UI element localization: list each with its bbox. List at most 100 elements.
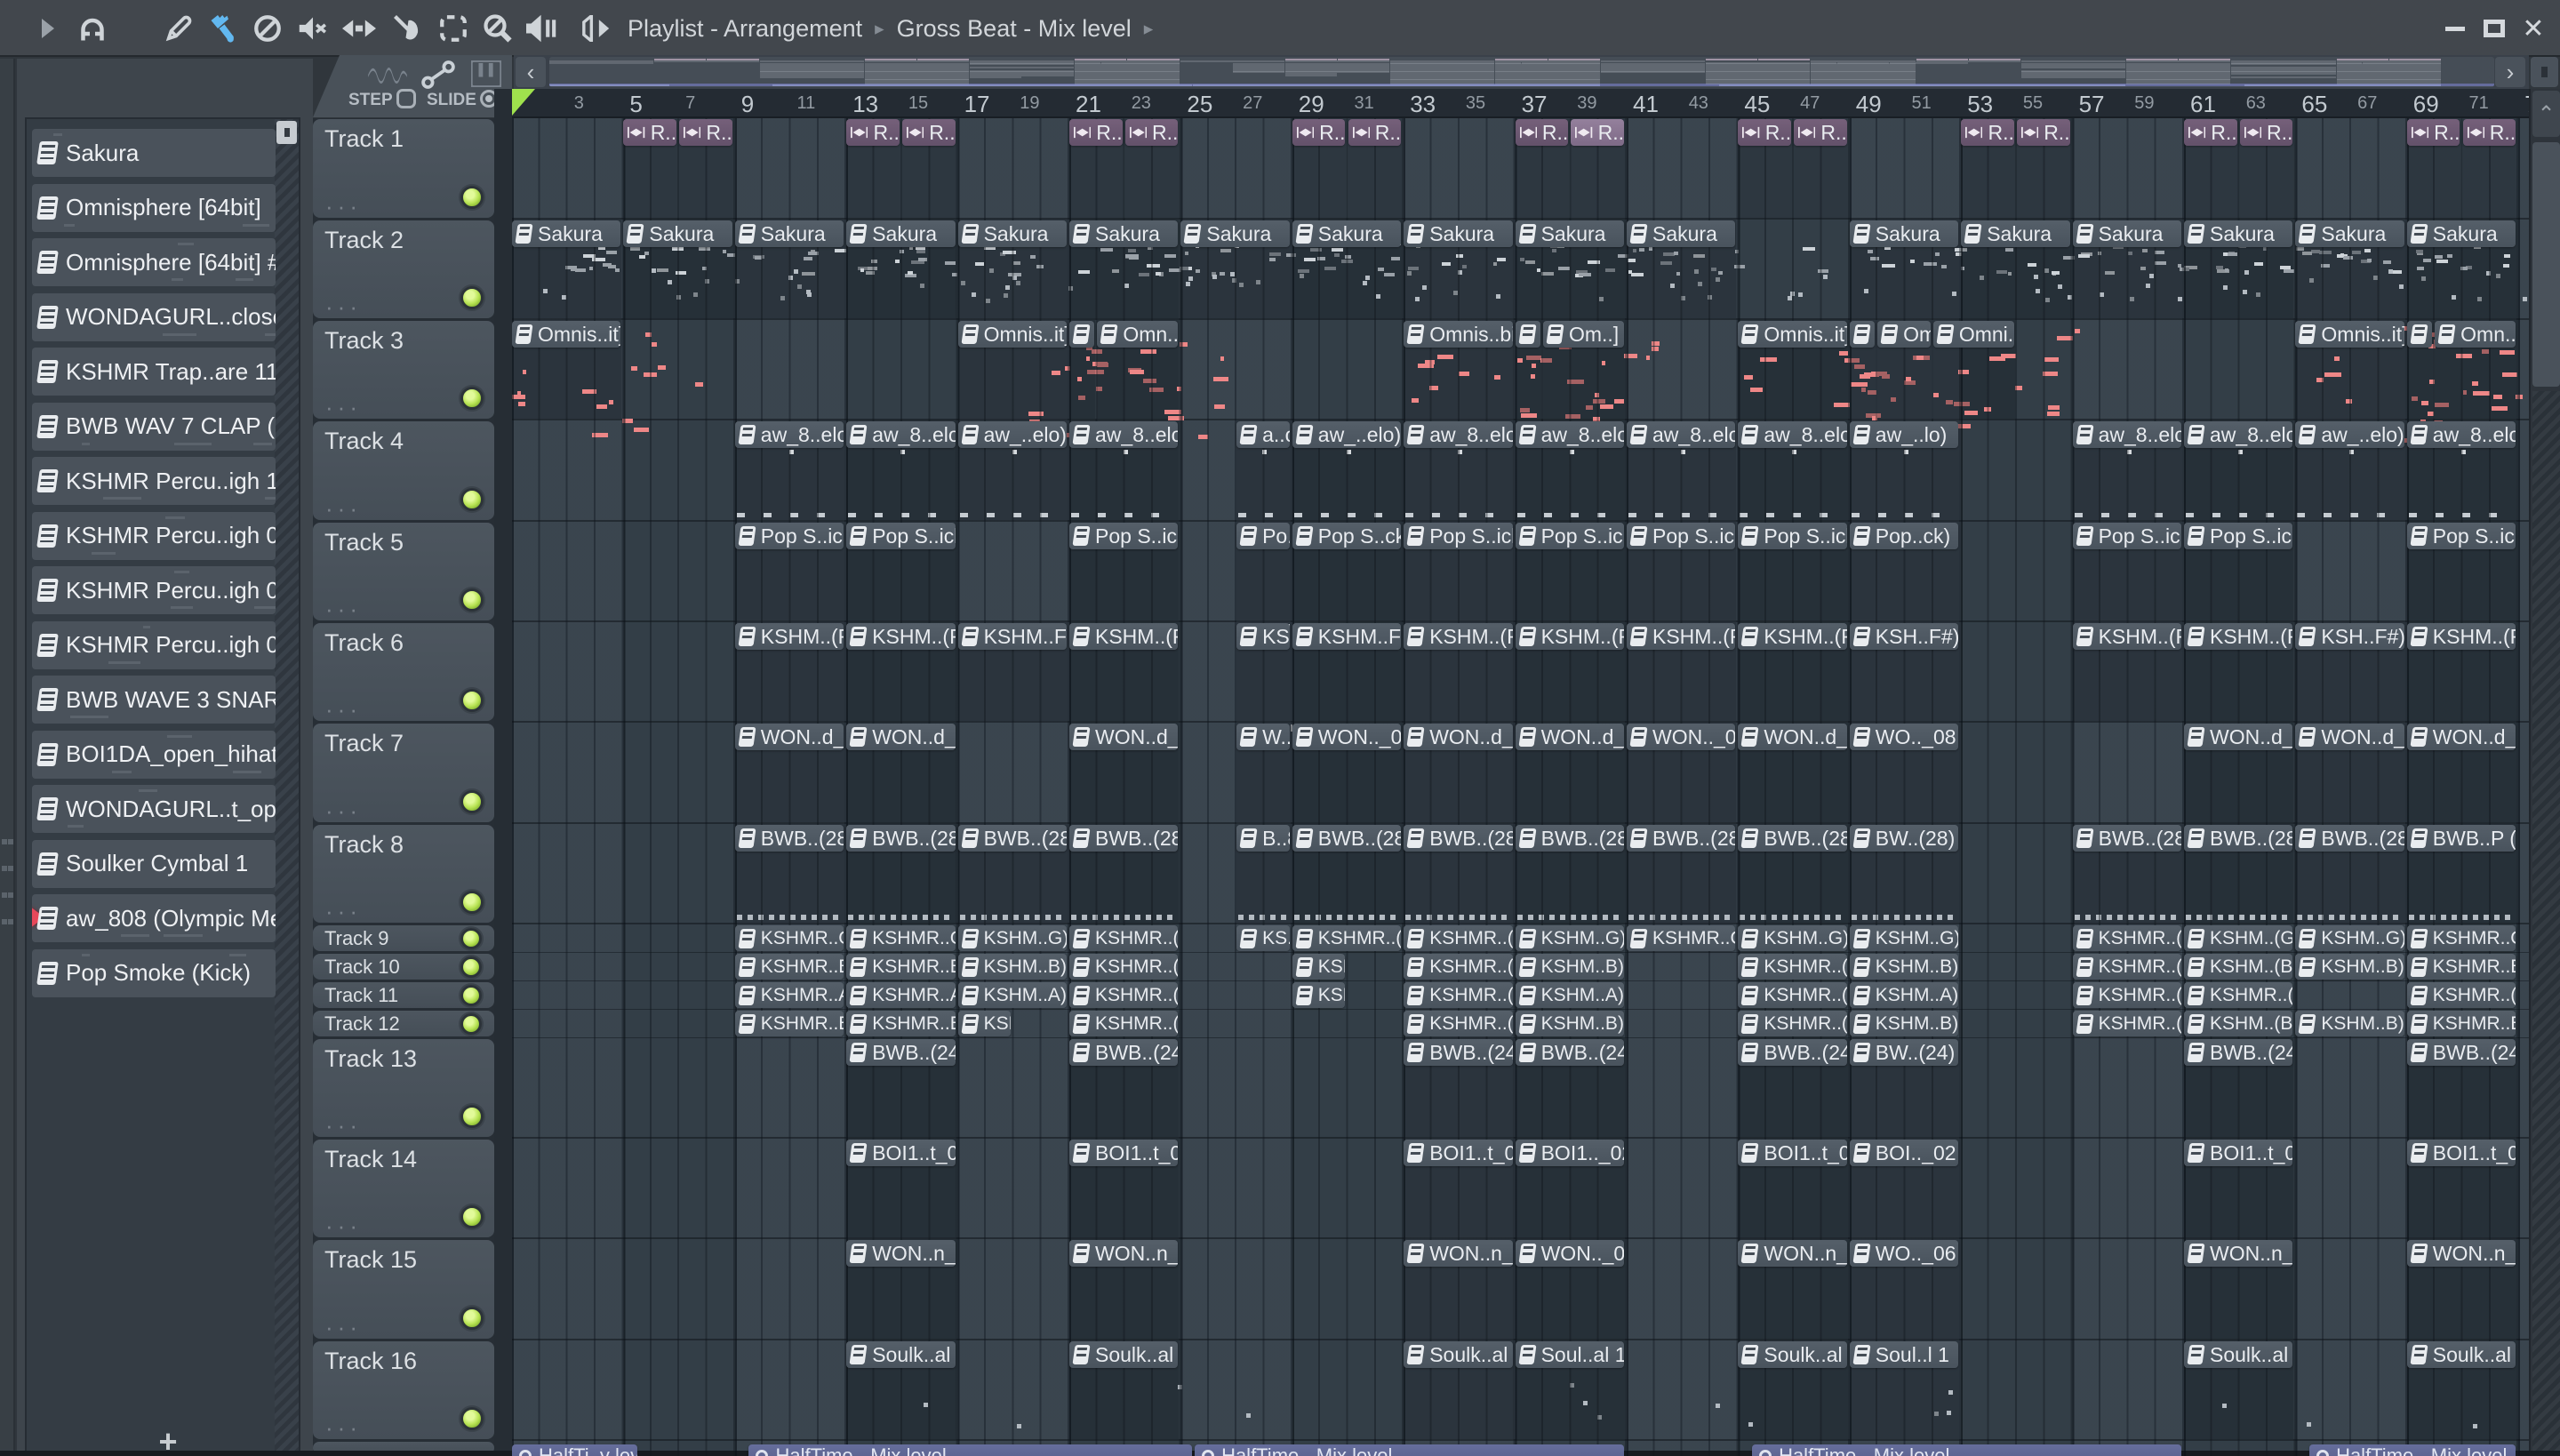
clip[interactable]: R..: [623, 119, 677, 146]
track-mute-led[interactable]: [460, 1307, 484, 1330]
track-header[interactable]: Track 14 ···: [313, 1140, 494, 1237]
clip[interactable]: Pop S..ick): [2072, 523, 2181, 549]
clip[interactable]: KSHMR..B): [734, 954, 844, 980]
playback-tool-icon[interactable]: [521, 0, 564, 57]
track-header[interactable]: Track 7 ···: [313, 724, 494, 822]
clip[interactable]: Sakura: [1404, 220, 1513, 247]
clip[interactable]: KSHMR..G): [734, 925, 844, 951]
clip[interactable]: KSHM..B): [2295, 1011, 2404, 1036]
clip[interactable]: Omnis..it]: [512, 321, 621, 348]
step-toggle[interactable]: [396, 89, 416, 108]
clip[interactable]: Pop S..ick): [734, 523, 844, 549]
track-row[interactable]: KSHMR..A) KSHMR..A) KSHM..A) KSHMR..(A) KSHM…: [512, 981, 2529, 1010]
clip[interactable]: Pop S..ick): [1404, 523, 1513, 549]
clip[interactable]: Sakura: [2072, 220, 2181, 247]
clip[interactable]: R..: [1348, 119, 1402, 146]
song-overview-minimap[interactable]: [549, 57, 2494, 87]
vertical-scrollbar-thumb[interactable]: [2532, 142, 2560, 387]
clip[interactable]: Omnis..it]: [957, 321, 1067, 348]
clip[interactable]: KSH..F#): [2295, 623, 2404, 650]
clip[interactable]: KSHMR..B): [734, 1011, 844, 1036]
clip[interactable]: WON..n_06: [1069, 1240, 1179, 1267]
clip[interactable]: Soulk..al 1: [1069, 1341, 1179, 1368]
track-header[interactable]: Track 11: [313, 982, 494, 1008]
clip[interactable]: Po..): [1236, 523, 1290, 549]
track-mute-led[interactable]: [460, 186, 484, 209]
clip[interactable]: Soul..al 1: [1515, 1341, 1624, 1368]
clip[interactable]: KSHMR..(G): [1069, 925, 1179, 951]
track-header[interactable]: Track 4 ···: [313, 421, 494, 520]
clip[interactable]: KSHM..(B): [2184, 1011, 2293, 1036]
pattern-list-item[interactable]: Pop Smoke (Kick): [32, 948, 276, 997]
track-header[interactable]: Track 13 ···: [313, 1039, 494, 1137]
clip[interactable]: KSHM..G): [2295, 925, 2404, 951]
clip[interactable]: aw_8..elo): [1069, 421, 1179, 448]
track-row[interactable]: KSHMR..B) KSHMR..B) KSHM..B) KSHMR..(B) KSHM…: [512, 1010, 2529, 1038]
track-header[interactable]: Track 6 ···: [313, 623, 494, 721]
clip[interactable]: KSHMR..(B): [2072, 1011, 2181, 1036]
clip[interactable]: aw_8..elo): [2072, 421, 2181, 448]
clip[interactable]: KSHMR..G): [846, 925, 956, 951]
clip[interactable]: Omn..]: [1877, 321, 1931, 348]
track-mute-led[interactable]: [460, 1407, 484, 1430]
clip[interactable]: Omnis..it]: [1738, 321, 1847, 348]
panel-resize-gutter[interactable]: [0, 59, 15, 1456]
clip[interactable]: KSHM..(F#): [734, 623, 844, 650]
clip[interactable]: R..: [1292, 119, 1346, 146]
track-header[interactable]: Track 2 ···: [313, 220, 494, 318]
clip[interactable]: HalfTime - Mix level: [1195, 1444, 1624, 1456]
clip[interactable]: BOI.._02: [1849, 1140, 1959, 1166]
clip[interactable]: KSHMR..G): [1627, 925, 1736, 951]
clip[interactable]: BOI1..t_02: [1738, 1140, 1847, 1166]
paint-brush-tool-icon[interactable]: [203, 0, 244, 57]
track-row[interactable]: Sakura Sakura Sakura Sakura Sakura Sakura Saku…: [512, 220, 2529, 320]
clip[interactable]: WON..d_08: [1069, 724, 1179, 750]
clip[interactable]: KSHM..B): [957, 1011, 1012, 1036]
clip[interactable]: KSHM..B): [1292, 954, 1346, 980]
clip[interactable]: BWB..(28): [1627, 825, 1736, 852]
clip[interactable]: KSHM..B): [957, 954, 1067, 980]
track-row[interactable]: R.. R.. R.. R.. R.. R.. R.. R.. R.. R.. R.. R.. R.. R…: [512, 118, 2529, 220]
clip[interactable]: Sakura: [1849, 220, 1959, 247]
vertical-scrollbar[interactable]: ⌃: [2529, 89, 2560, 1456]
clip[interactable]: BWB..(28): [846, 825, 956, 852]
clip[interactable]: BWB..(24): [1404, 1039, 1513, 1066]
pattern-list-item[interactable]: Omnisphere [64bit]: [32, 183, 276, 232]
clip[interactable]: KSHMR..(A): [2184, 982, 2293, 1008]
zoom-tool-icon[interactable]: [476, 0, 519, 57]
pattern-list-item[interactable]: BWB WAVE 3 SNARE (24): [32, 676, 276, 724]
slip-tool-icon[interactable]: [338, 0, 380, 57]
clip[interactable]: WON..d_08: [1738, 724, 1847, 750]
clip[interactable]: Soulk..al 1: [1404, 1341, 1513, 1368]
clip[interactable]: KSHMR..(A): [2406, 982, 2516, 1008]
clip[interactable]: Omn..]: [1097, 321, 1179, 348]
clip[interactable]: R..: [1515, 119, 1569, 146]
clip[interactable]: R..: [2184, 119, 2237, 146]
track-header[interactable]: Track 8 ···: [313, 825, 494, 923]
track-header[interactable]: Track 1 ···: [313, 119, 494, 218]
clip[interactable]: BWB..(24): [846, 1039, 956, 1066]
automation-mode-icon[interactable]: [421, 60, 455, 93]
track-header[interactable]: Track 10: [313, 954, 494, 980]
clip[interactable]: KSHM..(F#): [1069, 623, 1179, 650]
clip[interactable]: Sakura: [1180, 220, 1290, 247]
clip[interactable]: WO.._08: [1849, 724, 1959, 750]
track-header[interactable]: Track 3 ···: [313, 321, 494, 419]
playhead-marker[interactable]: [512, 89, 535, 116]
clip[interactable]: Soulk..al 1: [846, 1341, 956, 1368]
track-mute-led[interactable]: [460, 1205, 484, 1228]
pattern-list-item[interactable]: WONDAGURL..t_open_06: [32, 785, 276, 833]
clip[interactable]: Sakura: [623, 220, 732, 247]
clip[interactable]: BWB..(28): [2072, 825, 2181, 852]
clip[interactable]: BWB..(28): [2184, 825, 2293, 852]
clip[interactable]: BW..(24): [1849, 1039, 1959, 1066]
clip[interactable]: KSHMR..(A): [1069, 982, 1179, 1008]
clip[interactable]: BWB..P (28): [2406, 825, 2516, 852]
clip[interactable]: KSHM..(F#): [2184, 623, 2293, 650]
track-mute-led[interactable]: [460, 588, 484, 612]
clip[interactable]: KSHM..A): [1292, 982, 1346, 1008]
clip[interactable]: R..: [1794, 119, 1847, 146]
clip[interactable]: BOI1..t_02: [2406, 1140, 2516, 1166]
clip[interactable]: R..: [2239, 119, 2293, 146]
track-mute-led[interactable]: [460, 928, 482, 949]
